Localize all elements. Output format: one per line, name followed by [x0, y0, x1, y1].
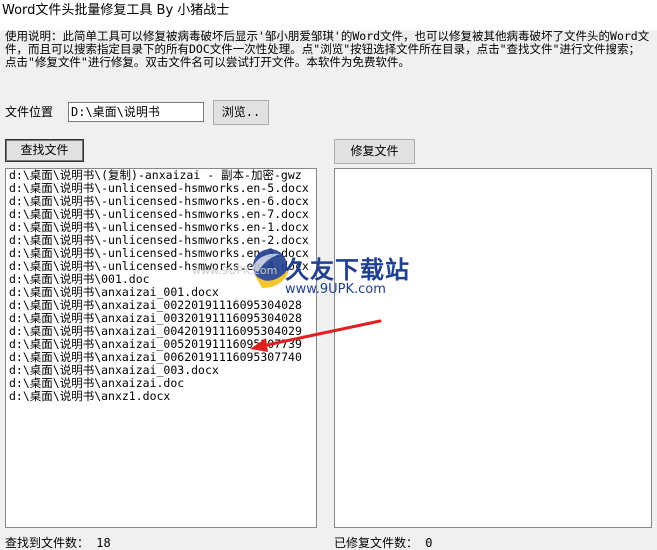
watermark-brand: 久友下载站 — [285, 256, 410, 284]
repaired-count-status: 已修复文件数： 0 — [334, 536, 433, 550]
browse-button[interactable]: 浏览.. — [213, 100, 269, 125]
found-count-status: 查找到文件数： 18 — [5, 536, 111, 550]
title-bar: Word文件头批量修复工具 By 小猪战士 — [0, 0, 657, 30]
watermark-side-text: www.9UPK.com — [192, 264, 278, 277]
file-location-input[interactable]: D:\桌面\说明书 — [68, 102, 204, 122]
find-files-button[interactable]: 查找文件 — [5, 139, 84, 162]
list-item[interactable]: d:\桌面\说明书\anxz1.docx — [6, 390, 316, 403]
watermark-url: www.9UPK.com — [285, 282, 386, 297]
file-location-label: 文件位置 — [5, 105, 54, 119]
window-title: Word文件头批量修复工具 By 小猪战士 — [2, 3, 230, 18]
instructions-text: 使用说明：此简单工具可以修复被病毒破坏后显示'邹小朋爱邹琪'的Word文件，也可… — [5, 29, 650, 69]
repair-files-button[interactable]: 修复文件 — [334, 139, 415, 164]
red-arrow-annotation — [250, 319, 382, 352]
